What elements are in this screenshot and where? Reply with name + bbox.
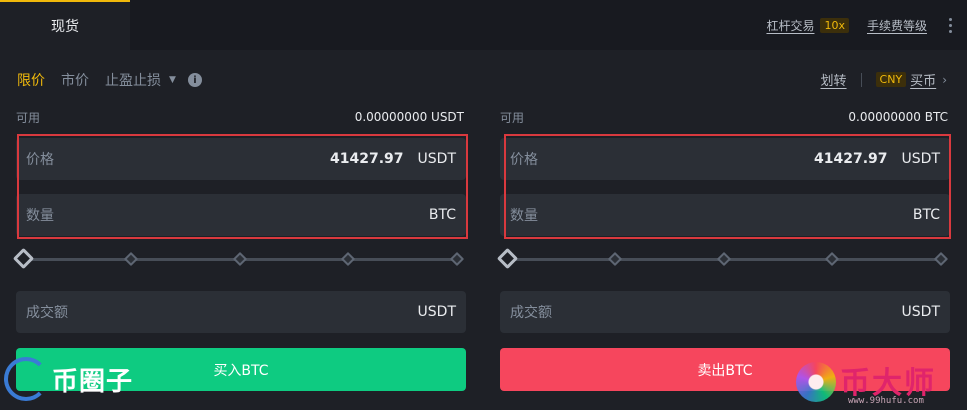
available-row: 可用 0.00000000 BTC [500, 108, 950, 126]
info-icon[interactable]: i [187, 73, 202, 87]
available-label: 可用 [500, 110, 525, 125]
watermark-left-text: 币圈子 [52, 366, 134, 397]
slider-step-50[interactable] [232, 251, 248, 267]
chevron-right-icon[interactable]: › [942, 73, 947, 87]
total-field[interactable]: 成交额 USDT [500, 291, 950, 333]
margin-trading-link[interactable]: 杠杆交易 [766, 17, 814, 34]
available-label: 可用 [16, 110, 41, 125]
total-unit: USDT [901, 304, 940, 320]
sell-panel: 可用 0.00000000 BTC 价格 41427.97 USDT 数量 BT… [496, 108, 951, 391]
slider-step-100[interactable] [449, 251, 465, 267]
divider [860, 72, 862, 87]
tab-limit[interactable]: 限价 [17, 70, 45, 90]
available-value: 0.00000000 USDT [354, 110, 464, 124]
total-label: 成交额 [510, 305, 552, 321]
more-vertical-icon[interactable] [949, 17, 953, 33]
total-field[interactable]: 成交额 USDT [16, 291, 466, 333]
buy-coin-link[interactable]: 买币 [910, 70, 936, 89]
watermark-flower-icon [796, 362, 836, 402]
leverage-badge: 10x [820, 17, 849, 33]
highlight-box [17, 134, 468, 239]
amount-slider[interactable] [12, 247, 466, 270]
available-value: 0.00000000 BTC [848, 110, 948, 124]
top-right-tools: 杠杆交易 10x 手续费等级 [766, 0, 967, 50]
transfer-link[interactable]: 划转 [821, 70, 847, 89]
slider-step-75[interactable] [824, 251, 840, 267]
slider-step-25[interactable] [607, 251, 623, 267]
slider-step-25[interactable] [123, 251, 139, 267]
tab-stop-limit[interactable]: 止盈止损 [105, 70, 161, 90]
caret-down-icon[interactable]: ▼ [169, 75, 176, 85]
tab-spot[interactable]: 现货 [0, 0, 130, 50]
slider-step-100[interactable] [933, 251, 949, 267]
watermark-url: www.99hufu.com [848, 396, 924, 406]
tab-market[interactable]: 市价 [61, 70, 89, 90]
available-row: 可用 0.00000000 USDT [16, 108, 466, 126]
top-bar: 现货 杠杆交易 10x 手续费等级 [0, 0, 967, 50]
highlight-box [504, 134, 951, 239]
buy-panel: 可用 0.00000000 USDT 价格 41427.97 USDT 数量 B… [12, 108, 468, 391]
watermark-circle-icon [4, 357, 48, 401]
total-unit: USDT [417, 304, 456, 320]
order-type-tabs: 限价 市价 止盈止损 ▼ i [17, 70, 202, 90]
fee-level-link[interactable]: 手续费等级 [867, 17, 927, 34]
slider-handle[interactable] [496, 247, 519, 270]
watermark-left: 币圈子 [4, 348, 154, 410]
slider-step-50[interactable] [716, 251, 732, 267]
watermark-right: 币大师 www.99hufu.com [788, 352, 967, 410]
right-tools: 划转 CNY 买币 › [821, 70, 947, 89]
total-label: 成交额 [26, 305, 68, 321]
amount-slider[interactable] [496, 247, 950, 270]
currency-badge: CNY [875, 72, 907, 87]
slider-step-75[interactable] [340, 251, 356, 267]
slider-handle[interactable] [12, 247, 35, 270]
